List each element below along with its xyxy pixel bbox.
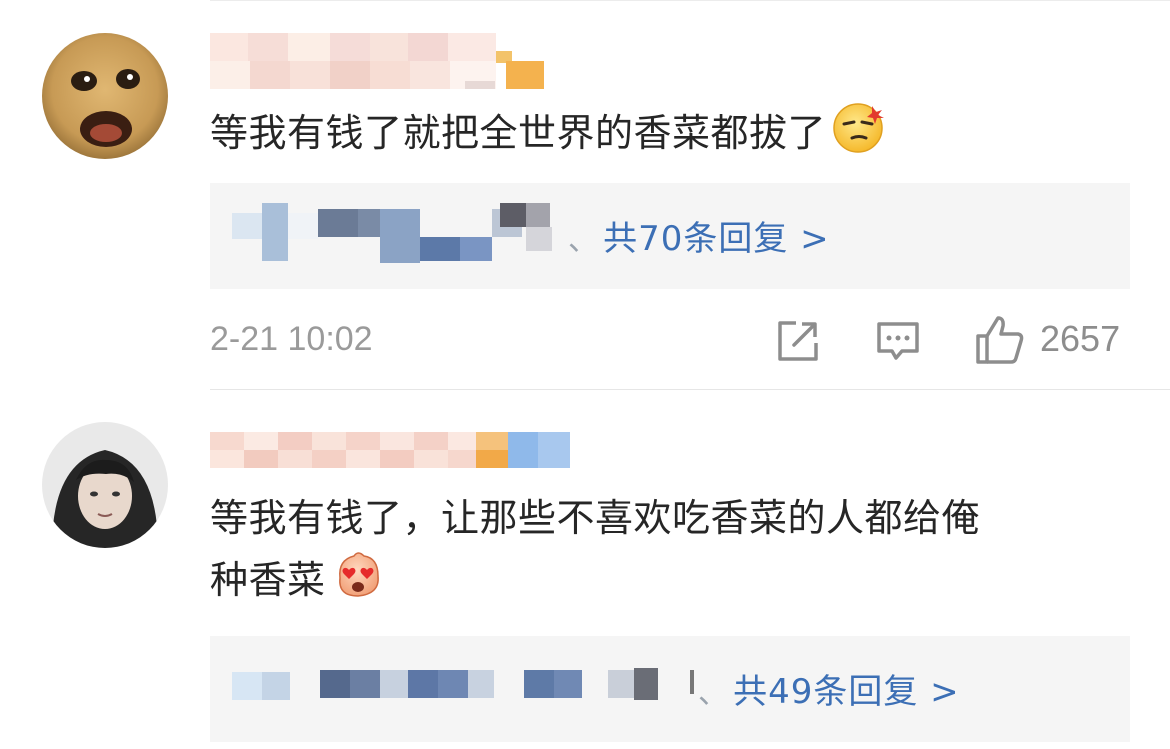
comment-text-content: 种香菜 [210, 558, 326, 602]
like-count: 2657 [1040, 318, 1121, 359]
reply-count-link[interactable]: 、 共70条回复 > [568, 211, 830, 260]
comment-text: 等我有钱了，让那些不喜欢吃香菜的人都给俺 种香菜 [210, 488, 1150, 617]
reply-separator: 、 [568, 223, 598, 258]
comment-text-line: 种香菜 [210, 548, 1150, 617]
comment-reply-icon[interactable] [874, 317, 922, 365]
reply-authors-pixelated [232, 203, 572, 263]
comment-text-line: 等我有钱了，让那些不喜欢吃香菜的人都给俺 [210, 496, 981, 540]
comment-text: 等我有钱了就把全世界的香菜都拔了 [210, 100, 1130, 171]
comment-text-content: 等我有钱了就把全世界的香菜都拔了 [210, 111, 827, 155]
reply-count-text: 共49条回复 > [733, 672, 960, 712]
reply-authors-pixelated [232, 666, 712, 706]
username-pixelated[interactable] [210, 33, 544, 89]
comment-item: 等我有钱了就把全世界的香菜都拔了 、 共70条回复 > 2-21 10:02 2… [0, 0, 1170, 389]
username-pixelated[interactable] [210, 432, 570, 488]
like-thumb-icon[interactable] [974, 314, 1026, 366]
smug-emoji-icon [832, 100, 886, 171]
reply-preview-box[interactable]: 、 共49条回复 > [210, 636, 1130, 742]
reply-count-text: 共70条回复 > [603, 219, 830, 259]
avatar[interactable] [42, 422, 168, 548]
comment-timestamp: 2-21 10:02 [210, 320, 373, 358]
comment-item: 等我有钱了，让那些不喜欢吃香菜的人都给俺 种香菜 、 共49条回复 > [0, 390, 1170, 749]
reply-preview-box[interactable]: 、 共70条回复 > [210, 183, 1130, 289]
reply-separator: 、 [698, 676, 728, 711]
heart-eyes-emoji-icon [332, 548, 384, 617]
avatar[interactable] [42, 33, 168, 159]
reply-count-link[interactable]: 、 共49条回复 > [698, 664, 960, 713]
share-icon[interactable] [774, 317, 822, 365]
